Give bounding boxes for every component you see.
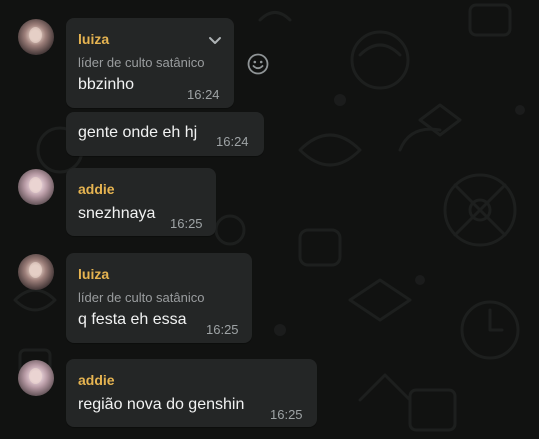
message-text: região nova do genshin [78, 396, 245, 413]
message-time: 16:25 [270, 407, 303, 422]
sender-name[interactable]: addie [78, 372, 115, 388]
addie-avatar[interactable] [18, 360, 54, 396]
message-bubble[interactable]: addie região nova do genshin 16:25 [66, 359, 317, 427]
avatar-face [29, 368, 42, 384]
message-row: addie região nova do genshin 16:25 [0, 0, 539, 439]
